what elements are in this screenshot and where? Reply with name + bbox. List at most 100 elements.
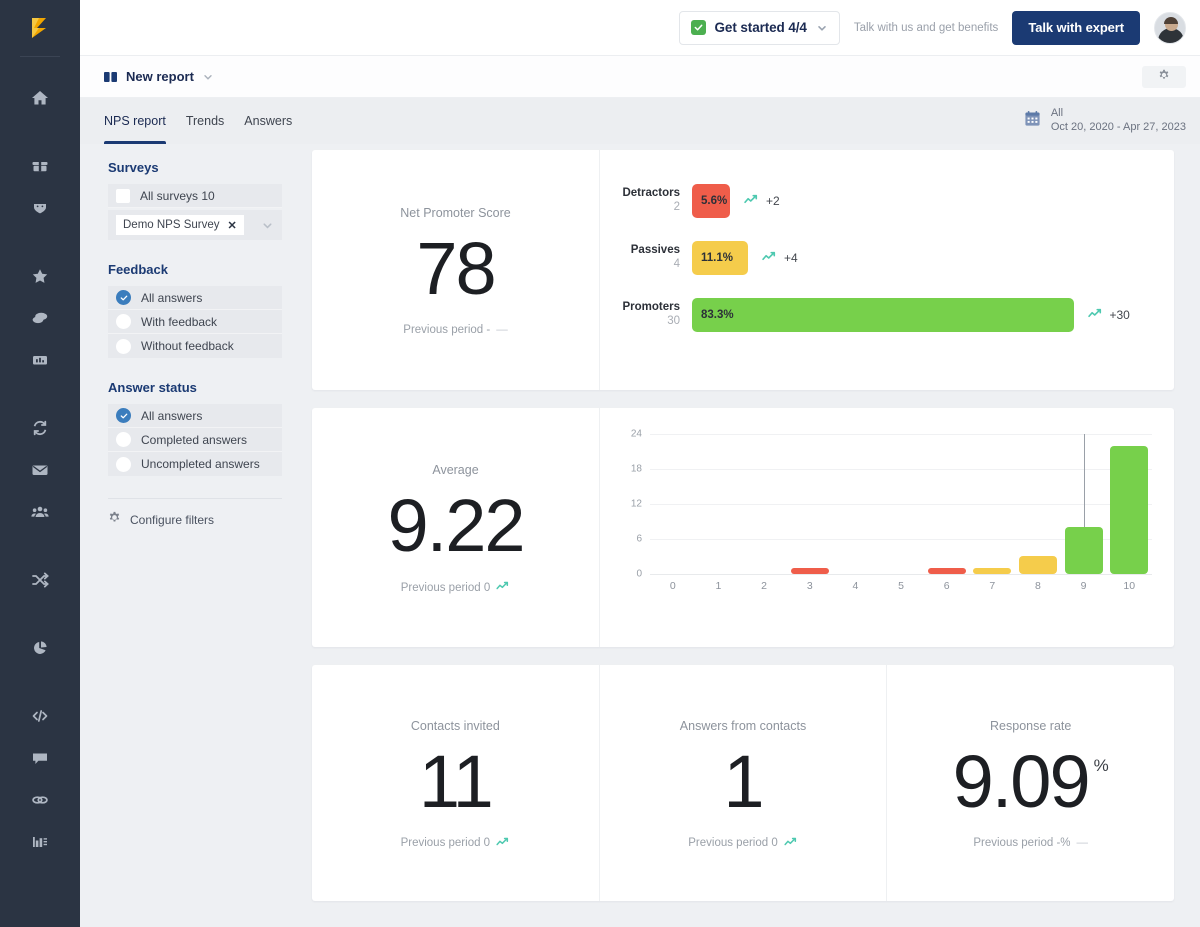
bar-slot[interactable] <box>833 434 879 574</box>
bar-chart-icon <box>30 350 50 370</box>
bar-slot[interactable] <box>1061 434 1107 574</box>
nps-bar-passives: 11.1% <box>692 241 748 275</box>
pie-chart-icon <box>30 638 50 658</box>
y-tick: 18 <box>630 463 642 475</box>
filters-divider <box>108 498 282 499</box>
trend-flat-icon: — <box>496 324 508 336</box>
card-nps: Net Promoter Score 78 Previous period - … <box>312 150 1174 390</box>
bar-slot[interactable] <box>787 434 833 574</box>
y-tick: 12 <box>630 498 642 510</box>
app-logo[interactable] <box>0 0 80 56</box>
check-icon <box>690 20 706 35</box>
avatar[interactable] <box>1154 11 1186 44</box>
date-range-picker[interactable]: All Oct 20, 2020 - Apr 27, 2023 <box>1024 107 1186 135</box>
y-tick: 24 <box>630 428 642 440</box>
kpi-value: 1 <box>723 739 764 823</box>
kpi-title: Response rate <box>990 719 1072 733</box>
trend-up-icon <box>744 192 759 210</box>
configure-filters-label: Configure filters <box>130 513 215 527</box>
kpi-suffix: % <box>1093 756 1109 775</box>
configure-filters-button[interactable]: Configure filters <box>108 511 312 529</box>
filter-status-all-answers[interactable]: All answers <box>108 404 282 428</box>
sidebar-item-contacts[interactable] <box>0 491 80 533</box>
report-title-group[interactable]: New report <box>104 69 214 84</box>
envelope-icon <box>30 460 50 480</box>
tabs-bar: NPS report Trends Answers All Oct 20, 20… <box>80 98 1200 144</box>
sidebar-item-developer[interactable] <box>0 695 80 737</box>
kpi-value: 78 <box>416 227 496 310</box>
bar-slot[interactable] <box>696 434 742 574</box>
filter-label: All surveys 10 <box>140 188 215 203</box>
sidebar-item-summary[interactable] <box>0 821 80 863</box>
nps-category-label: Passives <box>630 244 680 257</box>
bar-slot[interactable] <box>924 434 970 574</box>
nps-bar-detractors: 5.6% <box>692 184 730 218</box>
bar-series <box>650 434 1152 574</box>
bar-slot[interactable] <box>741 434 787 574</box>
get-started-label: Get started 4/4 <box>714 20 807 35</box>
radio-icon <box>116 456 131 472</box>
chevron-down-icon[interactable] <box>202 71 214 83</box>
survey-chip[interactable]: Demo NPS Survey ✕ <box>116 215 244 235</box>
survey-select[interactable]: Demo NPS Survey ✕ <box>108 210 282 240</box>
page-title: New report <box>126 69 194 84</box>
contacts-invited-pane: Contacts invited 11 Previous period 0 <box>312 665 599 901</box>
filter-feedback-all-answers[interactable]: All answers <box>108 286 282 310</box>
sidebar-item-feedback[interactable] <box>0 737 80 779</box>
y-axis: 0 6 12 18 24 <box>618 429 646 580</box>
chevron-down-icon[interactable] <box>261 219 274 232</box>
nps-delta: +4 <box>784 251 798 265</box>
filter-all-surveys[interactable]: All surveys 10 <box>108 184 282 208</box>
nps-breakdown-pane: Detractors 2 5.6% +2 Passives 4 11.1% +4… <box>599 150 1174 390</box>
sidebar-item-reports[interactable] <box>0 339 80 381</box>
kpi-previous-label: Previous period - <box>403 324 491 336</box>
trend-up-icon <box>496 581 510 594</box>
tab-answers[interactable]: Answers <box>234 98 302 144</box>
filter-without-feedback[interactable]: Without feedback <box>108 334 282 358</box>
sidebar-item-favorites[interactable] <box>0 255 80 297</box>
sidebar-item-links[interactable] <box>0 779 80 821</box>
cards-column: Net Promoter Score 78 Previous period - … <box>312 144 1200 927</box>
sidebar-item-gift[interactable] <box>0 145 80 187</box>
sidebar-item-analytics[interactable] <box>0 627 80 669</box>
bar-slot[interactable] <box>1015 434 1061 574</box>
app-root: Get started 4/4 Talk with us and get ben… <box>0 0 1200 927</box>
sidebar-item-home[interactable] <box>0 77 80 119</box>
talk-with-expert-button[interactable]: Talk with expert <box>1012 10 1140 45</box>
tab-trends[interactable]: Trends <box>176 98 234 144</box>
filter-group-surveys: Surveys All surveys 10 Demo NPS Survey ✕ <box>108 160 282 240</box>
sidebar-item-automation[interactable] <box>0 407 80 449</box>
x-tick: 7 <box>989 580 996 592</box>
report-title-bar: New report <box>80 56 1200 98</box>
kpi-value: 9.22 <box>387 484 525 567</box>
close-icon[interactable]: ✕ <box>228 219 237 232</box>
bar-slot[interactable] <box>878 434 924 574</box>
shuffle-icon <box>30 570 50 590</box>
nps-delta: +2 <box>766 194 780 208</box>
sidebar-item-integrations[interactable] <box>0 559 80 601</box>
bar-slot[interactable] <box>650 434 696 574</box>
top-bar: Get started 4/4 Talk with us and get ben… <box>80 0 1200 56</box>
comment-icon <box>30 748 50 768</box>
bar-slot[interactable] <box>969 434 1015 574</box>
bar-slot[interactable] <box>1106 434 1152 574</box>
filter-label: Completed answers <box>141 432 248 447</box>
filter-with-feedback[interactable]: With feedback <box>108 310 282 334</box>
sidebar-item-conversations[interactable] <box>0 297 80 339</box>
survey-chip-label: Demo NPS Survey <box>123 219 220 231</box>
bar-6 <box>927 568 966 574</box>
bar-7 <box>973 568 1012 574</box>
sidebar-item-ribbon[interactable] <box>0 187 80 229</box>
tab-label: NPS report <box>104 114 166 128</box>
nps-category-count: 2 <box>673 201 680 214</box>
filter-label: Without feedback <box>141 339 234 353</box>
filter-uncompleted-answers[interactable]: Uncompleted answers <box>108 452 282 476</box>
tab-nps-report[interactable]: NPS report <box>104 98 176 144</box>
kpi-value: 11 <box>418 739 494 823</box>
report-settings-button[interactable] <box>1142 65 1186 88</box>
filter-completed-answers[interactable]: Completed answers <box>108 428 282 452</box>
sidebar-item-email[interactable] <box>0 449 80 491</box>
get-started-button[interactable]: Get started 4/4 <box>678 10 840 45</box>
x-tick: 9 <box>1080 580 1087 592</box>
trend-up-icon <box>762 249 777 267</box>
